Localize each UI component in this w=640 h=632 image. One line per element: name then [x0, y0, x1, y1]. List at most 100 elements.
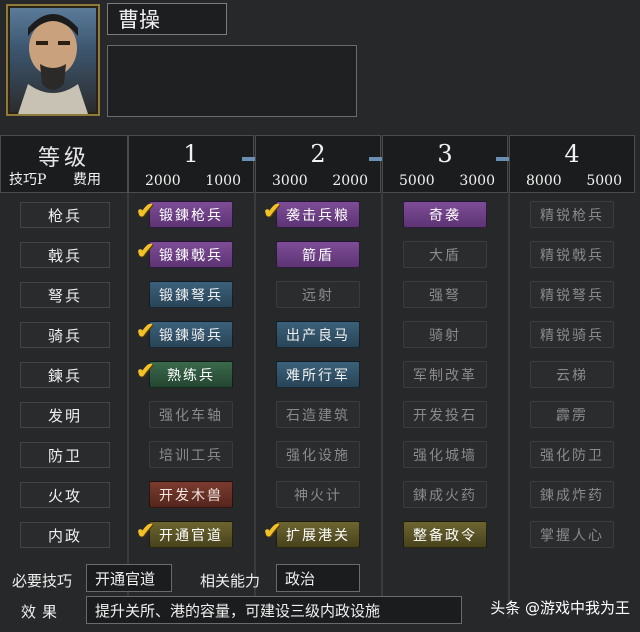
skill-name: 锻鍊弩兵 — [159, 287, 223, 304]
skill-button[interactable]: 强弩 — [403, 281, 487, 308]
learned-check-icon: ✔ — [136, 518, 157, 544]
skill-button[interactable]: 培训工兵 — [149, 441, 233, 468]
learned-check-icon: ✔ — [263, 198, 284, 224]
skill-button[interactable]: 箭盾 — [276, 241, 360, 268]
row-category-label: 枪兵 — [20, 202, 110, 228]
skill-name: 出产良马 — [286, 327, 350, 344]
level-column-header: 3 5000 3000 — [382, 135, 508, 193]
tech-row: 火攻 开发木兽 神火计 鍊成火药 鍊成炸药 — [0, 475, 636, 515]
level-number: 4 — [564, 140, 580, 168]
level-column-header: 1 2000 1000 — [128, 135, 254, 193]
level-number: 3 — [437, 140, 453, 168]
level-number: 2 — [310, 140, 326, 168]
tech-p-cost: 8000 — [526, 173, 562, 189]
skill-button[interactable]: 强化城墙 — [403, 441, 487, 468]
fee-cost: 5000 — [586, 173, 622, 189]
skill-button[interactable]: 神火计 — [276, 481, 360, 508]
skill-button[interactable]: 整备政令 — [403, 521, 487, 548]
skill-button[interactable]: ✔ 扩展港关 — [263, 518, 360, 548]
skill-name: 石造建筑 — [286, 407, 350, 424]
skill-button[interactable]: 锻鍊弩兵 — [149, 281, 233, 308]
fee-cost: 2000 — [332, 173, 368, 189]
skill-button[interactable]: 大盾 — [403, 241, 487, 268]
skill-name: 箭盾 — [302, 247, 334, 264]
skill-button[interactable]: 骑射 — [403, 321, 487, 348]
skill-button[interactable]: ✔ 开通官道 — [136, 518, 233, 548]
skill-name: 强弩 — [429, 287, 461, 304]
learned-check-icon: ✔ — [136, 238, 157, 264]
fee-label: 费用 — [73, 172, 101, 188]
skill-name: 精锐戟兵 — [540, 247, 604, 264]
skill-button[interactable]: 强化车轴 — [149, 401, 233, 428]
row-category-label: 戟兵 — [20, 242, 110, 268]
skill-button[interactable]: ✔ 锻鍊戟兵 — [136, 238, 233, 268]
character-portrait — [6, 4, 100, 116]
skill-name: 掌握人心 — [540, 527, 604, 544]
skill-name: 锻鍊骑兵 — [159, 327, 223, 344]
level-label: 等级 — [37, 146, 90, 171]
skill-button[interactable]: 开发投石 — [403, 401, 487, 428]
skill-name: 袭击兵粮 — [286, 207, 350, 224]
tech-row: 鍊兵 ✔ 熟练兵 难所行军 军制改革 云梯 — [0, 355, 636, 395]
skill-button[interactable]: 出产良马 — [276, 321, 360, 348]
watermark: 头条 @游戏中我为王 — [490, 599, 630, 617]
skill-button[interactable]: 鍊成火药 — [403, 481, 487, 508]
skill-button[interactable]: ✔ 熟练兵 — [136, 358, 233, 388]
learned-check-icon: ✔ — [136, 318, 157, 344]
skill-button[interactable]: 云梯 — [530, 361, 614, 388]
level-header: 等级 技巧P 费用 — [0, 135, 128, 193]
learned-check-icon: ✔ — [263, 518, 284, 544]
tech-row: 内政 ✔ 开通官道 ✔ 扩展港关 整备政令 掌握人心 — [0, 515, 636, 555]
skill-button[interactable]: 强化防卫 — [530, 441, 614, 468]
skill-name: 霹雳 — [556, 407, 588, 424]
skill-button[interactable]: 开发木兽 — [149, 481, 233, 508]
skill-button[interactable]: 石造建筑 — [276, 401, 360, 428]
related-ability-value: 政治 — [276, 564, 360, 592]
skill-button[interactable]: 精锐戟兵 — [530, 241, 614, 268]
level-column-header: 4 8000 5000 — [509, 135, 635, 193]
skill-name: 精锐骑兵 — [540, 327, 604, 344]
skill-button[interactable]: 精锐骑兵 — [530, 321, 614, 348]
level-number: 1 — [183, 140, 199, 168]
skill-button[interactable]: ✔ 袭击兵粮 — [263, 198, 360, 228]
skill-button[interactable]: 远射 — [276, 281, 360, 308]
skill-button[interactable]: ✔ 锻鍊枪兵 — [136, 198, 233, 228]
skill-name: 鍊成火药 — [413, 487, 477, 504]
learned-check-icon: ✔ — [136, 358, 157, 384]
skill-name: 云梯 — [556, 367, 588, 384]
skill-button[interactable]: 军制改革 — [403, 361, 487, 388]
tech-p-cost: 3000 — [272, 173, 308, 189]
learned-check-icon: ✔ — [136, 198, 157, 224]
level-column-header: 2 3000 2000 — [255, 135, 381, 193]
row-category-label: 火攻 — [20, 482, 110, 508]
skill-name: 强化防卫 — [540, 447, 604, 464]
skill-name: 军制改革 — [413, 367, 477, 384]
row-category-label: 鍊兵 — [20, 362, 110, 388]
skill-name: 强化设施 — [286, 447, 350, 464]
tech-p-label: 技巧P — [9, 172, 47, 188]
tech-p-cost: 5000 — [399, 173, 435, 189]
skill-name: 鍊成炸药 — [540, 487, 604, 504]
skill-name: 骑射 — [429, 327, 461, 344]
skill-button[interactable]: 难所行军 — [276, 361, 360, 388]
tech-row: 枪兵 ✔ 锻鍊枪兵 ✔ 袭击兵粮 奇袭 精锐枪兵 — [0, 195, 636, 235]
skill-name: 精锐弩兵 — [540, 287, 604, 304]
skill-button[interactable]: ✔ 锻鍊骑兵 — [136, 318, 233, 348]
skill-button[interactable]: 奇袭 — [403, 201, 487, 228]
skill-button[interactable]: 精锐枪兵 — [530, 201, 614, 228]
skill-button[interactable]: 精锐弩兵 — [530, 281, 614, 308]
skill-name: 神火计 — [294, 487, 342, 504]
skill-name: 奇袭 — [429, 207, 461, 224]
skill-button[interactable]: 强化设施 — [276, 441, 360, 468]
skill-button[interactable]: 掌握人心 — [530, 521, 614, 548]
row-category-label: 防卫 — [20, 442, 110, 468]
skill-button[interactable]: 鍊成炸药 — [530, 481, 614, 508]
tech-row: 戟兵 ✔ 锻鍊戟兵 箭盾 大盾 精锐戟兵 — [0, 235, 636, 275]
skill-name: 整备政令 — [413, 527, 477, 544]
skill-name: 强化城墙 — [413, 447, 477, 464]
row-category-label: 弩兵 — [20, 282, 110, 308]
related-ability-label: 相关能力 — [199, 571, 260, 590]
row-category-label: 骑兵 — [20, 322, 110, 348]
skill-name: 难所行军 — [286, 367, 350, 384]
skill-button[interactable]: 霹雳 — [530, 401, 614, 428]
